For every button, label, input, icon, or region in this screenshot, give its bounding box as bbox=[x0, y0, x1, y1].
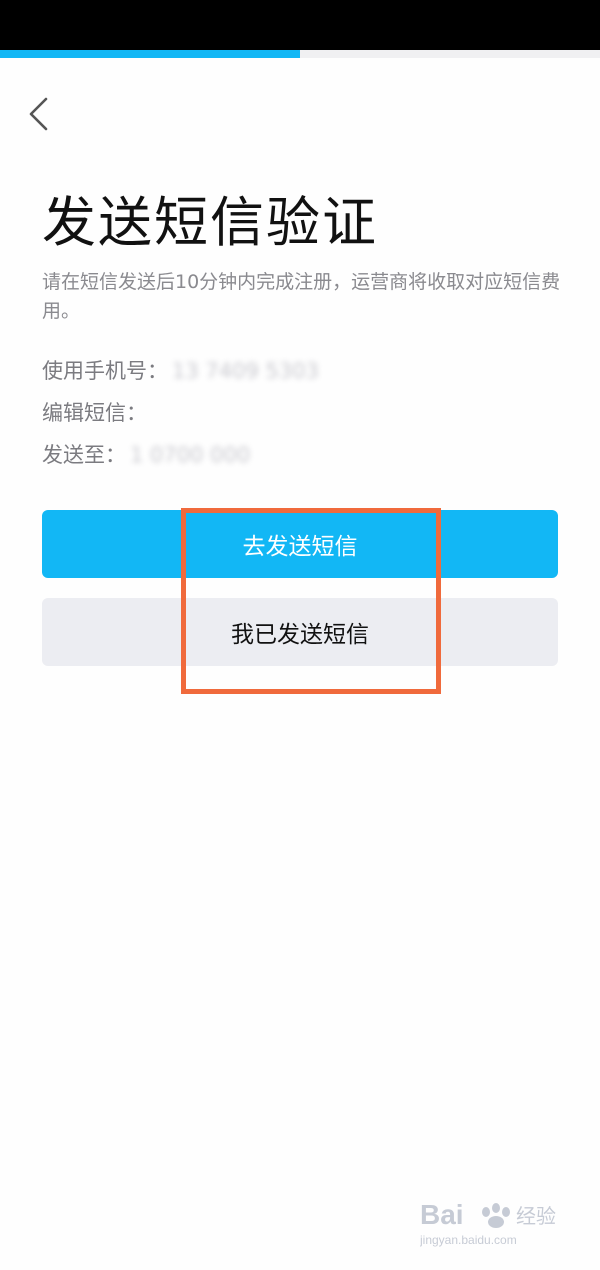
info-row-phone: 使用手机号： 13 7409 5303 bbox=[42, 356, 319, 386]
watermark-url: jingyan.baidu.com bbox=[420, 1233, 517, 1247]
progress-fill bbox=[0, 50, 300, 58]
sms-content-label: 编辑短信： bbox=[42, 401, 147, 425]
back-button[interactable] bbox=[18, 92, 58, 136]
go-send-sms-button[interactable]: 去发送短信 bbox=[42, 510, 558, 578]
send-to-value: 1 0700 000 bbox=[130, 443, 251, 467]
watermark-brand: Bai bbox=[420, 1199, 464, 1230]
baidu-jingyan-watermark: Bai 经验 jingyan.baidu.com bbox=[420, 1199, 556, 1247]
send-to-label: 发送至： bbox=[42, 443, 126, 467]
status-bar bbox=[0, 0, 600, 50]
info-row-send-to: 发送至： 1 0700 000 bbox=[42, 440, 250, 470]
phone-value: 13 7409 5303 bbox=[172, 359, 319, 383]
sms-sent-button[interactable]: 我已发送短信 bbox=[42, 598, 558, 666]
sms-verification-page: 发送短信验证 请在短信发送后10分钟内完成注册，运营商将收取对应短信费用。 使用… bbox=[0, 58, 600, 1270]
watermark-suffix: 经验 bbox=[516, 1204, 556, 1228]
progress-bar bbox=[0, 50, 600, 58]
paw-icon bbox=[482, 1203, 510, 1228]
chevron-left-icon bbox=[29, 97, 48, 131]
description-text: 请在短信发送后10分钟内完成注册，运营商将收取对应短信费用。 bbox=[42, 271, 561, 322]
phone-label: 使用手机号： bbox=[42, 359, 168, 383]
info-row-sms-content: 编辑短信： bbox=[42, 398, 151, 428]
page-title: 发送短信验证 bbox=[42, 191, 378, 254]
